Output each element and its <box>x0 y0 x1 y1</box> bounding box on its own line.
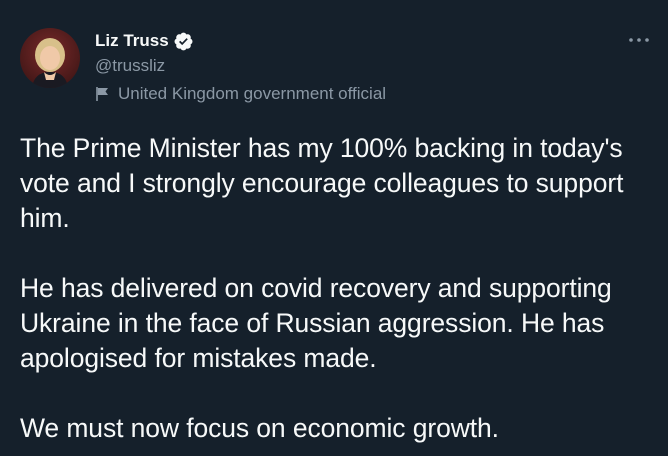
tweet-paragraph: The Prime Minister has my 100% backing i… <box>20 133 624 233</box>
affiliation-label: United Kingdom government official <box>95 84 386 104</box>
more-options-icon[interactable] <box>624 28 654 52</box>
author-header: Liz Truss @trussliz <box>95 29 194 78</box>
avatar[interactable] <box>20 28 80 88</box>
tweet-paragraph: He has delivered on covid recovery and s… <box>20 273 612 373</box>
author-handle[interactable]: @trussliz <box>95 56 194 78</box>
tweet-card: Liz Truss @trussliz United Kingdom gover… <box>0 0 668 456</box>
profile-photo <box>20 28 80 88</box>
flag-icon <box>95 86 111 102</box>
author-name[interactable]: Liz Truss <box>95 31 169 51</box>
verified-badge-icon <box>173 31 194 52</box>
tweet-paragraph: We must now focus on economic growth. <box>20 413 499 443</box>
affiliation-text: United Kingdom government official <box>118 84 387 103</box>
tweet-text: The Prime Minister has my 100% backing i… <box>20 131 668 446</box>
name-row: Liz Truss <box>95 29 194 53</box>
